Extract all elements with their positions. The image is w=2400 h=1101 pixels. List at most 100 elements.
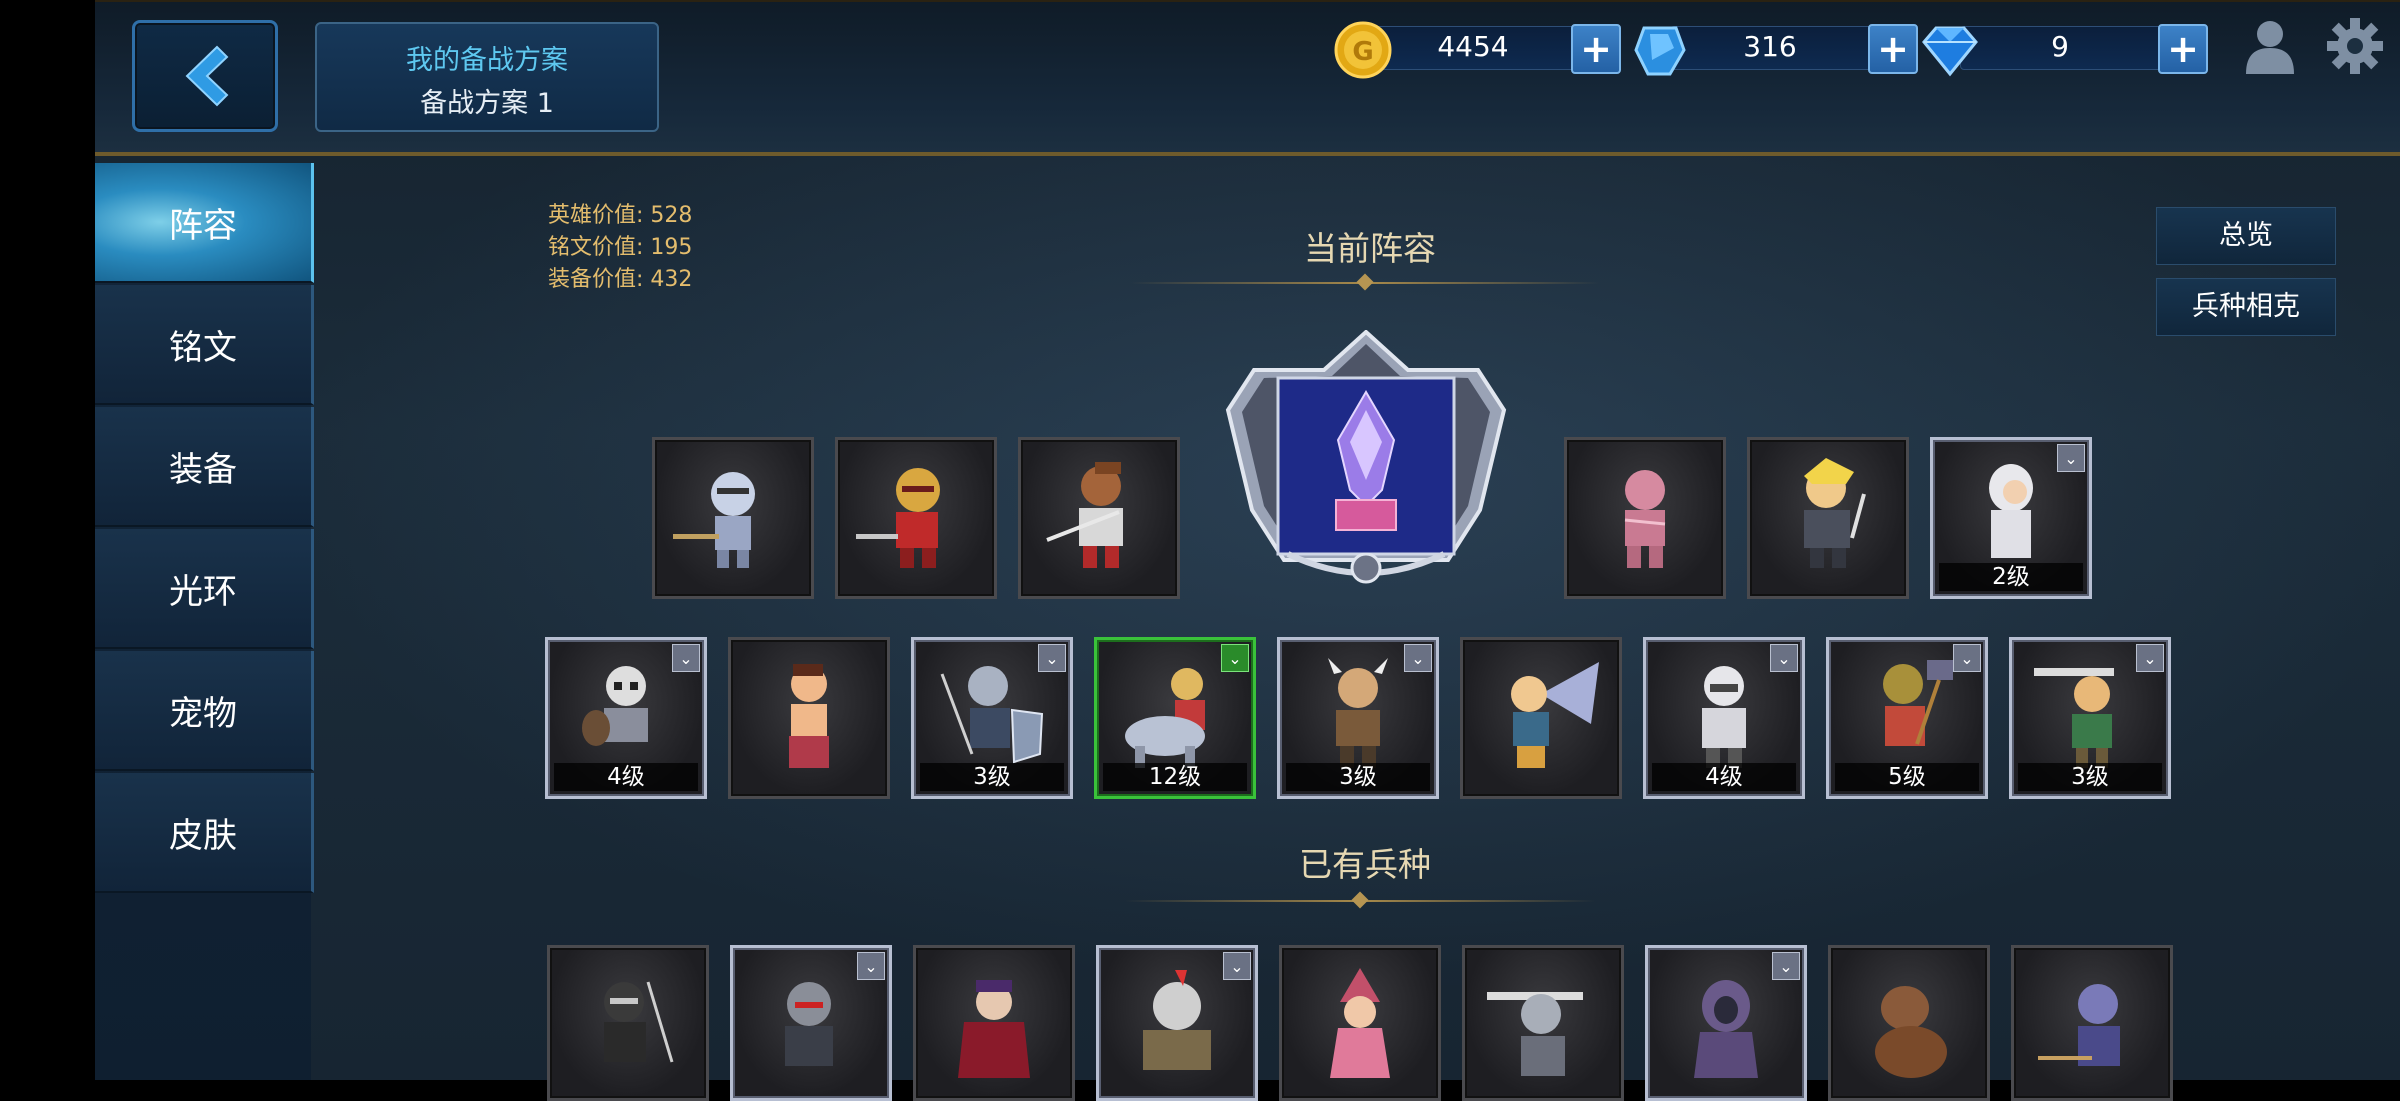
plan-name: 备战方案 1 (420, 88, 554, 119)
overview-button[interactable]: 总览 (2156, 207, 2336, 265)
vampire-icon (958, 980, 1030, 1078)
chevron-down-icon[interactable]: ⌄ (1038, 644, 1066, 672)
diamond-amount: 9 (2051, 30, 2069, 63)
profile-icon[interactable] (2242, 16, 2298, 76)
crystal-currency: 316 + (1630, 20, 1918, 76)
owned-unit-ninja[interactable] (547, 945, 709, 1101)
unit-slot-mummy[interactable] (1564, 437, 1726, 599)
hero-value: 英雄价值: 528 (548, 203, 693, 228)
unit-level: 3级 (2018, 763, 2162, 791)
skeleton-warrior-icon (582, 666, 648, 746)
sidebar-item-lineup[interactable]: 阵容 (95, 163, 314, 283)
add-diamond-button[interactable]: + (2158, 24, 2208, 74)
gold-amount: 4454 (1437, 30, 1509, 63)
cavalry-knight-icon (1125, 668, 1205, 768)
back-button[interactable] (132, 20, 278, 132)
unit-slot-skeleton-warrior[interactable]: ⌄ 4级 (545, 637, 707, 799)
unit-level: 12级 (1103, 763, 1247, 791)
red-knight-icon (856, 468, 940, 568)
sidebar: 阵容 铭文 装备 光环 宠物 皮肤 (95, 163, 314, 1080)
chevron-down-icon[interactable]: ⌄ (1953, 644, 1981, 672)
hammer-soldier-icon (1883, 660, 1953, 746)
unit-slot-winged-valkyrie[interactable] (1460, 637, 1622, 799)
unit-slot-white-hooded-priest[interactable]: ⌄ 2级 (1930, 437, 2092, 599)
owned-unit-werebear[interactable] (1828, 945, 1990, 1101)
unit-slot-hammer-soldier[interactable]: ⌄ 5级 (1826, 637, 1988, 799)
plan-title: 我的备战方案 (406, 45, 568, 76)
owned-unit-crossbow-knight[interactable] (2011, 945, 2173, 1101)
ninja-icon (604, 981, 674, 1063)
owned-unit-dark-knight[interactable]: ⌄ (730, 945, 892, 1101)
unit-slot-samurai[interactable] (1018, 437, 1180, 599)
sidebar-item-equipment[interactable]: 装备 (95, 407, 314, 527)
blonde-warrior-icon (1804, 458, 1866, 568)
unit-slot-blonde-warrior[interactable] (1747, 437, 1909, 599)
hooded-mage-icon (1694, 980, 1758, 1078)
owned-unit-pink-witch[interactable] (1279, 945, 1441, 1101)
diamond-currency: 9 + (1920, 20, 2208, 77)
diamond-icon (1922, 26, 1978, 77)
unit-level: 3级 (920, 763, 1064, 791)
owned-unit-vampire[interactable] (913, 945, 1075, 1101)
chevron-down-icon[interactable]: ⌄ (1223, 952, 1251, 980)
greatsword-knight-icon (1487, 992, 1583, 1076)
owned-unit-greatsword-knight[interactable] (1462, 945, 1624, 1101)
unit-slot-red-knight[interactable] (835, 437, 997, 599)
werebear-icon (1875, 986, 1947, 1078)
sidebar-item-runes[interactable]: 铭文 (95, 285, 314, 405)
chevron-down-icon[interactable]: ⌄ (2057, 444, 2085, 472)
unit-level: 5级 (1835, 763, 1979, 791)
spear-guard-icon (940, 666, 1044, 764)
dark-knight-icon (785, 982, 833, 1066)
battle-plan-selector[interactable]: 我的备战方案 备战方案 1 (315, 22, 659, 132)
rune-value: 铭文价值: 195 (548, 235, 693, 260)
unit-level: 4级 (554, 763, 698, 791)
gear-icon[interactable] (2325, 16, 2385, 76)
chevron-down-icon[interactable]: ⌄ (1772, 952, 1800, 980)
chevron-down-icon[interactable]: ⌄ (857, 952, 885, 980)
crest-emblem[interactable] (1218, 330, 1514, 590)
martial-artist-icon (789, 664, 829, 768)
unit-slot-green-swordsman[interactable]: ⌄ 3级 (2009, 637, 2171, 799)
unit-level: 4级 (1652, 763, 1796, 791)
white-assassin-icon (1702, 666, 1746, 768)
gold-currency: G 4454 + (1333, 20, 1621, 79)
chevron-down-icon[interactable]: ⌄ (1770, 644, 1798, 672)
double-chevron-icon[interactable]: ⌄ (1221, 644, 1249, 672)
add-crystal-button[interactable]: + (1868, 24, 1918, 74)
owned-unit-hooded-mage[interactable]: ⌄ (1645, 945, 1807, 1101)
current-lineup-title: 当前阵容 (1304, 229, 1436, 268)
crystal-icon (1634, 26, 1686, 76)
unit-slot-martial-artist[interactable] (728, 637, 890, 799)
sidebar-item-pets[interactable]: 宠物 (95, 651, 314, 771)
gold-coin-icon: G (1334, 21, 1392, 79)
equip-value: 装备价值: 432 (548, 267, 693, 292)
hooded-priest-icon (1989, 464, 2033, 558)
unit-slot-viking-warrior[interactable]: ⌄ 3级 (1277, 637, 1439, 799)
unit-slot-cavalry-knight[interactable]: ⌄ 12级 (1094, 637, 1256, 799)
chevron-down-icon[interactable]: ⌄ (2136, 644, 2164, 672)
owned-units-title: 已有兵种 (1299, 845, 1431, 884)
unit-slot-silver-knight[interactable] (652, 437, 814, 599)
chevron-down-icon[interactable]: ⌄ (672, 644, 700, 672)
unit-slot-white-assassin[interactable]: ⌄ 4级 (1643, 637, 1805, 799)
samurai-icon (1046, 462, 1123, 568)
sidebar-item-aura[interactable]: 光环 (95, 529, 314, 649)
add-gold-button[interactable]: + (1571, 24, 1621, 74)
crystal-amount: 316 (1743, 30, 1797, 63)
owned-unit-armored-ogre[interactable]: ⌄ (1096, 945, 1258, 1101)
lineup-stats: 英雄价值: 528 铭文价值: 195 装备价值: 432 (548, 200, 692, 296)
pink-witch-icon (1330, 968, 1390, 1078)
green-swordsman-icon (2034, 668, 2114, 768)
viking-warrior-icon (1328, 658, 1388, 768)
armored-ogre-icon (1143, 970, 1211, 1070)
chevron-left-icon (185, 45, 229, 107)
unit-level: 2级 (1939, 563, 2083, 591)
mummy-icon (1624, 470, 1666, 568)
silver-knight-icon (673, 472, 755, 568)
crossbow-knight-icon (2038, 984, 2120, 1066)
chevron-down-icon[interactable]: ⌄ (1404, 644, 1432, 672)
unit-slot-spear-shield-guard[interactable]: ⌄ 3级 (911, 637, 1073, 799)
sidebar-item-skins[interactable]: 皮肤 (95, 773, 314, 893)
unit-counter-button[interactable]: 兵种相克 (2156, 278, 2336, 336)
